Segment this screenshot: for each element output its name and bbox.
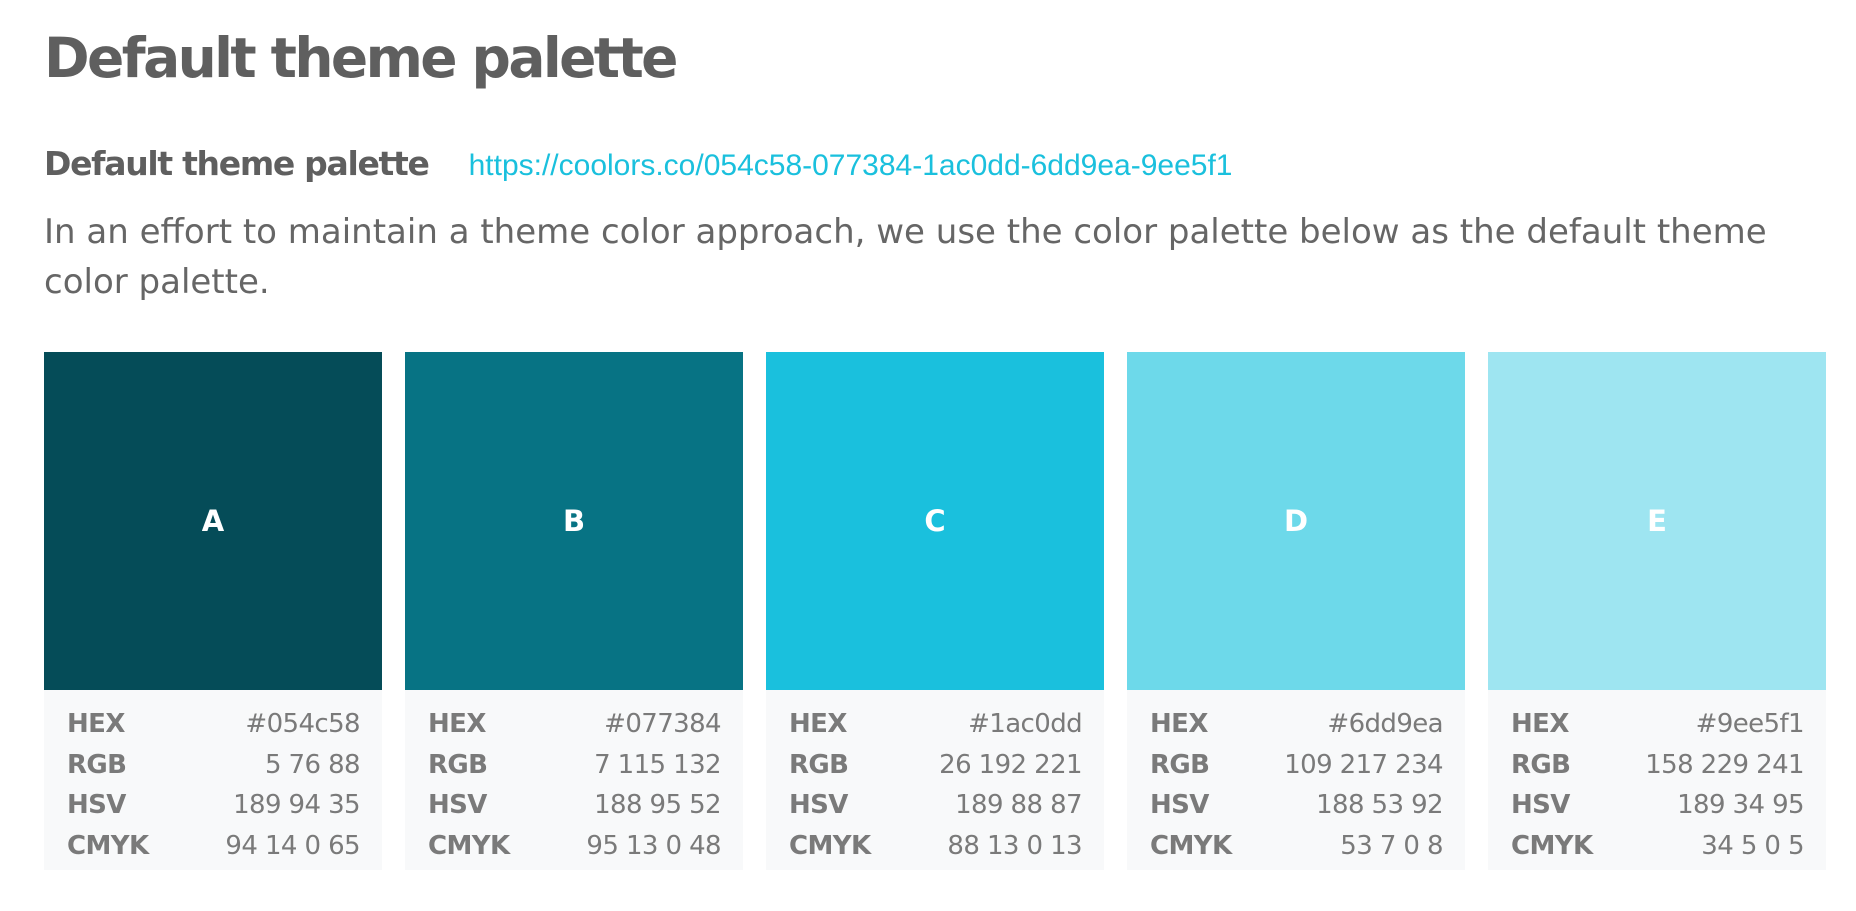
rgb-value: 5 76 88 [264,749,361,780]
hex-label: HEX [1511,709,1569,740]
color-info-panel: HEX #054c58 RGB 5 76 88 HSV 189 94 35 CM… [44,690,382,870]
rgb-value: 109 217 234 [1284,749,1443,780]
swatch-card-b: B HEX #077384 RGB 7 115 132 HSV 188 95 5… [405,352,743,870]
cmyk-label: CMYK [428,830,510,861]
cmyk-value: 94 14 0 65 [225,830,360,861]
hsv-value: 189 88 87 [955,790,1083,821]
cmyk-row: CMYK 88 13 0 13 [789,826,1083,867]
swatch-card-e: E HEX #9ee5f1 RGB 158 229 241 HSV 189 34… [1488,352,1826,870]
hex-label: HEX [67,709,125,740]
section-header: Default theme palette https://coolors.co… [44,144,1812,183]
color-info-panel: HEX #1ac0dd RGB 26 192 221 HSV 189 88 87… [766,690,1104,870]
palette-grid: A HEX #054c58 RGB 5 76 88 HSV 189 94 35 … [44,352,1826,870]
cmyk-row: CMYK 94 14 0 65 [67,826,361,867]
hsv-row: HSV 189 94 35 [67,785,361,826]
rgb-row: RGB 158 229 241 [1511,745,1805,786]
hex-value: #1ac0dd [968,709,1083,740]
rgb-row: RGB 26 192 221 [789,745,1083,786]
hsv-label: HSV [1511,790,1570,821]
cmyk-row: CMYK 53 7 0 8 [1150,826,1444,867]
rgb-row: RGB 109 217 234 [1150,745,1444,786]
color-swatch-a[interactable]: A [44,352,382,690]
hex-label: HEX [428,709,486,740]
rgb-label: RGB [1511,749,1571,780]
color-info-panel: HEX #6dd9ea RGB 109 217 234 HSV 188 53 9… [1127,690,1465,870]
cmyk-value: 34 5 0 5 [1701,830,1804,861]
hsv-value: 188 53 92 [1316,790,1444,821]
page: Default theme palette Default theme pale… [0,0,1856,911]
cmyk-value: 53 7 0 8 [1340,830,1443,861]
color-swatch-b[interactable]: B [405,352,743,690]
hex-value: #054c58 [245,709,360,740]
cmyk-label: CMYK [1511,830,1593,861]
hex-row: HEX #6dd9ea [1150,704,1444,745]
rgb-label: RGB [1150,749,1210,780]
hex-label: HEX [789,709,847,740]
hex-value: #6dd9ea [1327,709,1443,740]
page-title: Default theme palette [44,26,678,90]
cmyk-row: CMYK 95 13 0 48 [428,826,722,867]
rgb-label: RGB [789,749,849,780]
hex-row: HEX #054c58 [67,704,361,745]
hsv-value: 189 34 95 [1677,790,1805,821]
color-info-panel: HEX #9ee5f1 RGB 158 229 241 HSV 189 34 9… [1488,690,1826,870]
hsv-label: HSV [67,790,126,821]
rgb-value: 7 115 132 [594,749,722,780]
swatch-card-d: D HEX #6dd9ea RGB 109 217 234 HSV 188 53… [1127,352,1465,870]
cmyk-value: 88 13 0 13 [947,830,1082,861]
hsv-label: HSV [1150,790,1209,821]
swatch-letter: B [562,504,586,538]
hsv-row: HSV 188 53 92 [1150,785,1444,826]
color-swatch-c[interactable]: C [766,352,1104,690]
hsv-label: HSV [789,790,848,821]
cmyk-row: CMYK 34 5 0 5 [1511,826,1805,867]
coolors-palette-link[interactable]: https://coolors.co/054c58-077384-1ac0dd-… [469,149,1233,183]
rgb-value: 158 229 241 [1645,749,1804,780]
swatch-letter: E [1647,504,1667,538]
rgb-value: 26 192 221 [939,749,1082,780]
color-info-panel: HEX #077384 RGB 7 115 132 HSV 188 95 52 … [405,690,743,870]
rgb-label: RGB [67,749,127,780]
cmyk-label: CMYK [1150,830,1232,861]
hsv-value: 189 94 35 [233,790,361,821]
hex-value: #077384 [604,709,721,740]
cmyk-label: CMYK [67,830,149,861]
hsv-value: 188 95 52 [594,790,722,821]
rgb-label: RGB [428,749,488,780]
hsv-row: HSV 189 34 95 [1511,785,1805,826]
swatch-letter: D [1283,504,1309,538]
hex-value: #9ee5f1 [1695,709,1805,740]
swatch-letter: C [924,504,946,538]
cmyk-label: CMYK [789,830,871,861]
rgb-row: RGB 7 115 132 [428,745,722,786]
swatch-letter: A [201,504,225,538]
intro-text: In an effort to maintain a theme color a… [44,212,1767,302]
hex-row: HEX #9ee5f1 [1511,704,1805,745]
color-swatch-d[interactable]: D [1127,352,1465,690]
cmyk-value: 95 13 0 48 [586,830,721,861]
swatch-card-a: A HEX #054c58 RGB 5 76 88 HSV 189 94 35 … [44,352,382,870]
hex-row: HEX #1ac0dd [789,704,1083,745]
color-swatch-e[interactable]: E [1488,352,1826,690]
section-title: Default theme palette [44,144,430,183]
hsv-label: HSV [428,790,487,821]
rgb-row: RGB 5 76 88 [67,745,361,786]
swatch-card-c: C HEX #1ac0dd RGB 26 192 221 HSV 189 88 … [766,352,1104,870]
hex-row: HEX #077384 [428,704,722,745]
hex-label: HEX [1150,709,1208,740]
hsv-row: HSV 188 95 52 [428,785,722,826]
hsv-row: HSV 189 88 87 [789,785,1083,826]
